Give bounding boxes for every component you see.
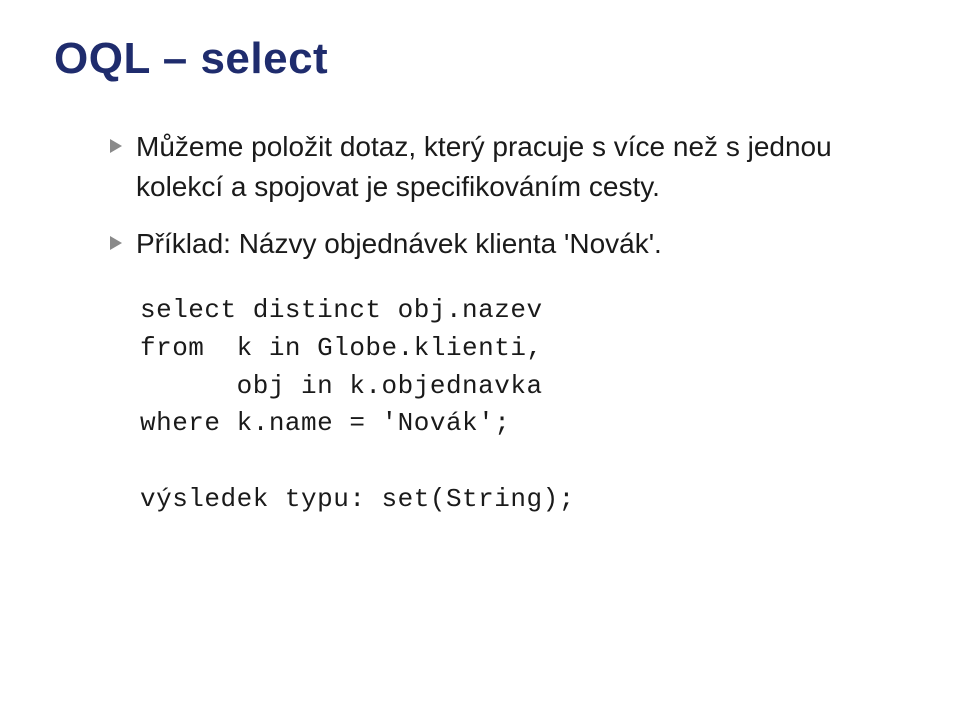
code-block: select distinct obj.nazev from k in Glob… — [110, 292, 906, 518]
bullet-text: Můžeme položit dotaz, který pracuje s ví… — [136, 127, 906, 208]
slide-content: Můžeme položit dotaz, který pracuje s ví… — [54, 127, 906, 519]
slide: OQL – select Můžeme položit dotaz, který… — [0, 0, 960, 726]
slide-title: OQL – select — [54, 34, 906, 85]
bullet-item: Příklad: Názvy objednávek klienta 'Novák… — [110, 224, 906, 265]
bullet-text: Příklad: Názvy objednávek klienta 'Novák… — [136, 224, 662, 265]
bullet-item: Můžeme položit dotaz, který pracuje s ví… — [110, 127, 906, 208]
triangle-right-icon — [110, 139, 122, 153]
triangle-right-icon — [110, 236, 122, 250]
